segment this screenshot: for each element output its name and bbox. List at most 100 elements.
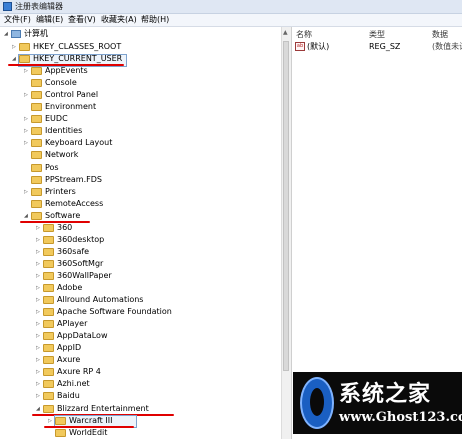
tree-node[interactable]: ▷ EUDC: [24, 113, 68, 125]
tree-node[interactable]: ▷ Baidu: [36, 390, 80, 402]
watermark-logo: 系统之家 www.Ghost123.com: [293, 372, 462, 434]
tree-node[interactable]: ▷ Axure RP 4: [36, 366, 101, 378]
tree-node[interactable]: ▷ AppEvents: [24, 65, 88, 77]
tree-node[interactable]: Console: [24, 77, 77, 89]
expand-arrow-icon[interactable]: ▷: [36, 306, 42, 318]
collapse-arrow-icon[interactable]: ◢: [36, 403, 42, 415]
expand-arrow-icon[interactable]: ▷: [12, 41, 18, 53]
value-row[interactable]: ab (默认) REG_SZ (数值未设置): [292, 41, 462, 53]
menu-file[interactable]: 文件(F): [4, 14, 31, 26]
tree-node[interactable]: ▷ AppDataLow: [36, 330, 107, 342]
tree-node-label: Allround Automations: [57, 295, 144, 305]
tree-node[interactable]: ▷ 360desktop: [36, 234, 104, 246]
tree-node[interactable]: ◢ Software: [24, 210, 80, 222]
column-header-data[interactable]: 数据: [432, 29, 448, 40]
scroll-up-arrow-icon[interactable]: ▲: [283, 29, 288, 36]
tree-node[interactable]: ▷ 360SoftMgr: [36, 258, 103, 270]
expand-arrow-icon[interactable]: ▷: [24, 65, 30, 77]
expand-arrow-icon[interactable]: ▷: [36, 222, 42, 234]
tree-node[interactable]: ▷ 360: [36, 222, 72, 234]
expand-arrow-icon[interactable]: ▷: [36, 318, 42, 330]
tree-node[interactable]: Environment: [24, 101, 96, 113]
expand-arrow-icon[interactable]: ▷: [24, 89, 30, 101]
value-data: (数值未设置): [432, 42, 462, 51]
tree-node-label: Software: [45, 210, 81, 220]
tree-node-label: Adobe: [57, 283, 83, 292]
tree-node-label: Apache Software Foundation: [57, 307, 172, 317]
tree-node[interactable]: ▷ Printers: [24, 186, 76, 198]
expand-arrow-icon[interactable]: ▷: [36, 234, 42, 246]
tree-node-label: RemoteAccess: [45, 198, 104, 208]
tree-scrollbar[interactable]: ▲: [281, 27, 291, 439]
collapse-arrow-icon[interactable]: ◢: [24, 210, 30, 222]
expand-arrow-icon[interactable]: ▷: [36, 258, 42, 270]
expand-arrow-icon[interactable]: ▷: [36, 390, 42, 402]
expand-arrow-icon[interactable]: ▷: [36, 282, 42, 294]
tree-node-label: Blizzard Entertainment: [57, 403, 149, 413]
tree-node-label: Baidu: [57, 391, 80, 401]
menu-view[interactable]: 查看(V): [68, 14, 96, 26]
tree-node[interactable]: ▷ Apache Software Foundation: [36, 306, 172, 318]
expand-arrow-icon[interactable]: ▷: [36, 366, 42, 378]
expand-arrow-icon[interactable]: ▷: [36, 246, 42, 258]
tree-node[interactable]: ▷ HKEY_CLASSES_ROOT: [12, 41, 121, 53]
menu-favorites[interactable]: 收藏夹(A): [101, 14, 137, 26]
tree-node[interactable]: ▷ Warcraft III: [48, 415, 112, 427]
column-header-name[interactable]: 名称: [296, 29, 312, 40]
tree-node-label: Warcraft III: [69, 415, 113, 425]
expand-arrow-icon[interactable]: ▷: [24, 137, 30, 149]
tree-node[interactable]: ◢ Blizzard Entertainment: [36, 403, 149, 415]
title-bar: 注册表编辑器: [0, 0, 462, 14]
expand-arrow-icon[interactable]: ▷: [48, 415, 54, 427]
column-header-type[interactable]: 类型: [369, 29, 385, 40]
expand-arrow-icon[interactable]: ▷: [36, 294, 42, 306]
folder-icon: [43, 223, 54, 232]
tree-node[interactable]: ▷ AppID: [36, 342, 81, 354]
expand-arrow-icon[interactable]: ▷: [24, 125, 30, 137]
menu-bar: 文件(F) 编辑(E) 查看(V) 收藏夹(A) 帮助(H): [0, 14, 462, 27]
tree-node-label: Console: [45, 78, 77, 88]
tree-node-label: 360desktop: [57, 234, 105, 244]
regedit-icon: [3, 2, 12, 11]
tree-node[interactable]: ▷ Adobe: [36, 282, 82, 294]
tree-node[interactable]: PPStream.FDS: [24, 174, 102, 186]
tree-node[interactable]: ▷ APlayer: [36, 318, 87, 330]
expand-arrow-icon[interactable]: ▷: [36, 342, 42, 354]
tree-node[interactable]: ▷ 360safe: [36, 246, 89, 258]
folder-icon: [43, 235, 54, 244]
expand-arrow-icon[interactable]: ▷: [36, 378, 42, 390]
watermark-title: 系统之家: [339, 381, 432, 407]
tree-node[interactable]: Network: [24, 149, 78, 161]
tree-node[interactable]: RemoteAccess: [24, 198, 103, 210]
expand-arrow-icon[interactable]: ▷: [36, 354, 42, 366]
folder-icon: [43, 308, 54, 317]
expand-arrow-icon[interactable]: ▷: [24, 186, 30, 198]
tree-node[interactable]: ▷ Axure: [36, 354, 80, 366]
tree-node[interactable]: ▷ Control Panel: [24, 89, 98, 101]
collapse-arrow-icon[interactable]: ◢: [4, 28, 10, 40]
tree-node[interactable]: ▷ Keyboard Layout: [24, 137, 112, 149]
tree-node-label: Control Panel: [45, 90, 99, 100]
folder-icon: [31, 79, 42, 88]
tree-node-label: Azhi.net: [57, 379, 90, 389]
tree-node[interactable]: ▷ Identities: [24, 125, 82, 137]
tree-node[interactable]: WorldEdit: [48, 427, 107, 439]
tree-node[interactable]: Pos: [24, 162, 59, 174]
scroll-thumb[interactable]: [283, 41, 289, 371]
tree-node[interactable]: ▷ Azhi.net: [36, 378, 90, 390]
registry-tree[interactable]: ◢ 计算机 ▷ HKEY_CLASSES_ROOT ◢ HKEY_CURRENT_USE…: [0, 27, 280, 439]
folder-icon: [43, 380, 54, 389]
tree-root-computer[interactable]: ◢ 计算机: [4, 28, 48, 40]
folder-icon: [31, 163, 42, 172]
folder-icon: [31, 151, 42, 160]
tree-node[interactable]: ▷ Allround Automations: [36, 294, 143, 306]
tree-node[interactable]: ▷ 360WallPaper: [36, 270, 112, 282]
tree-node-label: Network: [45, 150, 79, 160]
menu-help[interactable]: 帮助(H): [141, 14, 169, 26]
tree-node-label: 360WallPaper: [57, 270, 112, 280]
menu-edit[interactable]: 编辑(E): [36, 14, 63, 26]
expand-arrow-icon[interactable]: ▷: [36, 330, 42, 342]
expand-arrow-icon[interactable]: ▷: [24, 113, 30, 125]
expand-arrow-icon[interactable]: ▷: [36, 270, 42, 282]
folder-icon: [31, 91, 42, 100]
